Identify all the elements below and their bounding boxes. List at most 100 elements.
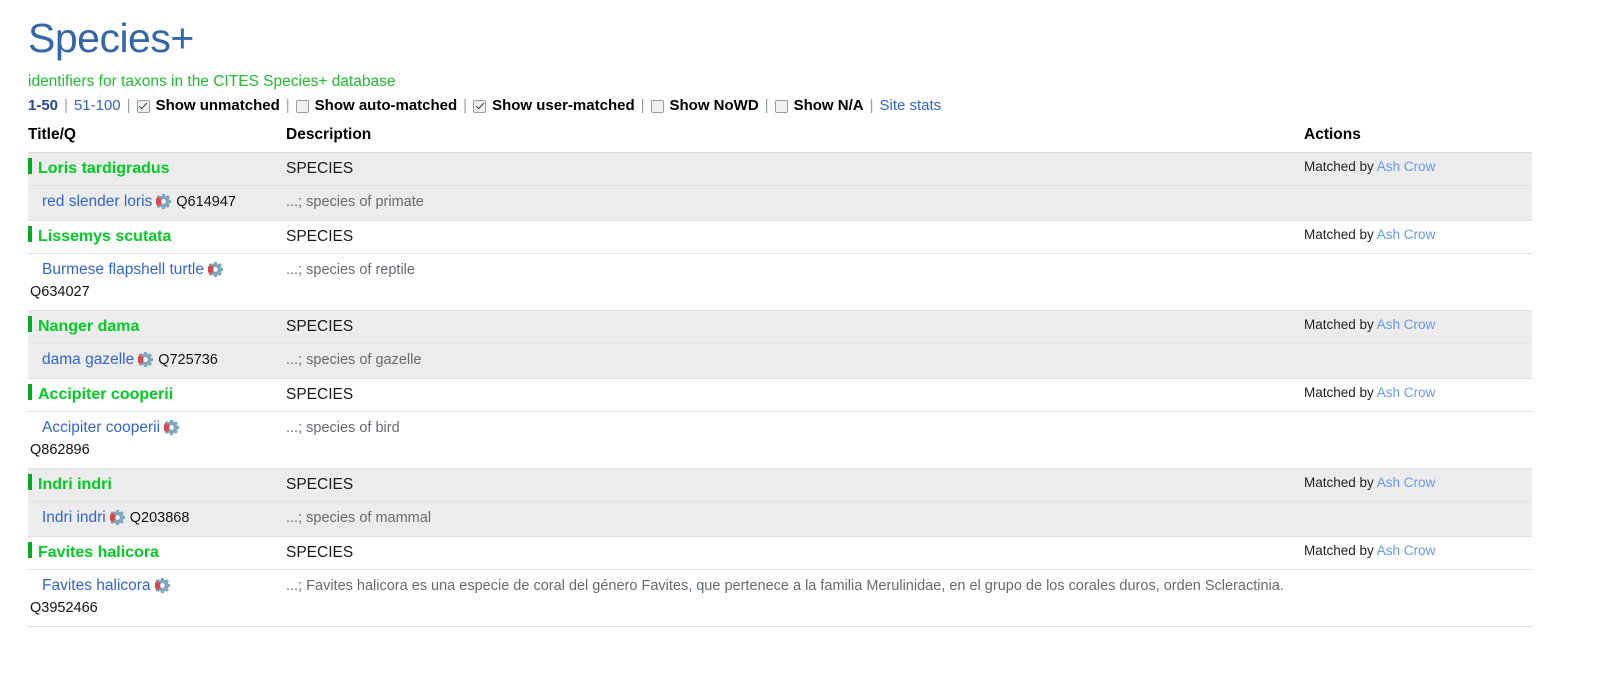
column-header-actions: Actions bbox=[1304, 124, 1532, 153]
actions-cell: Matched by Ash Crow bbox=[1304, 220, 1532, 254]
table-row: Accipiter cooperii Q862896 ...; species of… bbox=[28, 411, 1532, 469]
item-label-link[interactable]: Accipiter cooperii bbox=[42, 419, 160, 436]
item-cell: dama gazelle Q725736 bbox=[28, 343, 286, 379]
checkbox-show-user-matched[interactable] bbox=[473, 99, 487, 113]
results-table: Title/Q Description Actions Loris tardig… bbox=[28, 124, 1532, 627]
taxon-type: SPECIES bbox=[286, 476, 354, 493]
matched-by: Matched by Ash Crow bbox=[1304, 159, 1436, 174]
taxon-type-cell: SPECIES bbox=[286, 310, 1304, 344]
item-label-link[interactable]: red slender loris bbox=[42, 193, 152, 210]
table-row: Nanger dama SPECIES Matched by Ash Crow bbox=[28, 310, 1532, 344]
cog-icon[interactable] bbox=[163, 419, 180, 436]
actions-cell: Matched by Ash Crow bbox=[1304, 468, 1532, 502]
actions-cell-empty bbox=[1304, 569, 1532, 627]
column-header-description: Description bbox=[286, 124, 1304, 153]
matched-by: Matched by Ash Crow bbox=[1304, 317, 1436, 332]
cog-icon[interactable] bbox=[109, 509, 125, 526]
checkbox-show-auto-matched[interactable] bbox=[295, 99, 309, 113]
table-row: Lissemys scutata SPECIES Matched by Ash Cr… bbox=[28, 220, 1532, 254]
matched-by: Matched by Ash Crow bbox=[1304, 475, 1436, 490]
item-wrap: Burmese flapshell turtle Q634027 bbox=[28, 261, 226, 300]
taxon-cell: Accipiter cooperii bbox=[28, 378, 286, 412]
item-wrap: dama gazelle Q725736 bbox=[28, 351, 218, 368]
qid: Q862896 bbox=[30, 442, 90, 458]
page-subtitle: identifiers for taxons in the CITES Spec… bbox=[28, 73, 396, 90]
item-label-link[interactable]: Favites halicora bbox=[42, 577, 151, 594]
actions-cell: Matched by Ash Crow bbox=[1304, 378, 1532, 412]
actions-cell: Matched by Ash Crow bbox=[1304, 536, 1532, 570]
actions-cell: Matched by Ash Crow bbox=[1304, 310, 1532, 344]
item-cell: Accipiter cooperii Q862896 bbox=[28, 411, 286, 469]
taxon-type-cell: SPECIES bbox=[286, 220, 1304, 254]
matched-by-user-link[interactable]: Ash Crow bbox=[1377, 159, 1436, 174]
item-wrap: Favites halicora Q3952466 bbox=[28, 577, 173, 616]
taxon-type-cell: SPECIES bbox=[286, 536, 1304, 570]
table-row: Loris tardigradus SPECIES Matched by Ash C… bbox=[28, 152, 1532, 186]
site-stats-link[interactable]: Site stats bbox=[879, 95, 941, 117]
table-row: Favites halicora Q3952466 ...; Favites hal… bbox=[28, 569, 1532, 627]
taxon-cell: Lissemys scutata bbox=[28, 220, 286, 254]
item-label-link[interactable]: dama gazelle bbox=[42, 351, 134, 368]
filter-label: Show unmatched bbox=[155, 97, 280, 114]
page-title: Species+ bbox=[28, 15, 194, 61]
item-description-cell: ...; species of gazelle bbox=[286, 343, 1304, 379]
filter-show-unmatched[interactable]: Show unmatched bbox=[136, 95, 280, 117]
taxon-cell: Loris tardigradus bbox=[28, 152, 286, 186]
actions-cell-empty bbox=[1304, 411, 1532, 469]
table-row: Favites halicora SPECIES Matched by Ash Cr… bbox=[28, 536, 1532, 570]
filter-show-nowd[interactable]: Show NoWD bbox=[650, 95, 759, 117]
matched-by: Matched by Ash Crow bbox=[1304, 385, 1436, 400]
pager-1-50[interactable]: 1-50 bbox=[28, 95, 58, 117]
filter-show-na[interactable]: Show N/A bbox=[774, 95, 864, 117]
taxon-type-cell: SPECIES bbox=[286, 152, 1304, 186]
taxon-type: SPECIES bbox=[286, 160, 354, 177]
item-cell: Burmese flapshell turtle Q634027 bbox=[28, 253, 286, 311]
item-cell: Indri indri Q203868 bbox=[28, 501, 286, 537]
status-bar-icon bbox=[28, 542, 32, 559]
qid: Q203868 bbox=[129, 510, 190, 526]
qid: Q725736 bbox=[158, 352, 218, 368]
matched-by-user-link[interactable]: Ash Crow bbox=[1377, 385, 1436, 400]
checkbox-show-nowd[interactable] bbox=[650, 99, 664, 113]
cog-icon[interactable] bbox=[138, 351, 154, 368]
table-row: Burmese flapshell turtle Q634027 ...; spec… bbox=[28, 253, 1532, 311]
cog-icon[interactable] bbox=[154, 577, 170, 594]
page-root: Species+ identifiers for taxons in the C… bbox=[0, 0, 1572, 627]
cog-icon[interactable] bbox=[156, 193, 172, 210]
item-label-link[interactable]: Indri indri bbox=[42, 509, 106, 526]
item-description-cell: ...; Favites halicora es una especie de … bbox=[286, 569, 1304, 627]
item-cell: Favites halicora Q3952466 bbox=[28, 569, 286, 627]
matched-by-user-link[interactable]: Ash Crow bbox=[1377, 543, 1436, 558]
item-description-cell: ...; species of bird bbox=[286, 411, 1304, 469]
status-bar-icon bbox=[28, 158, 32, 175]
checkbox-show-na[interactable] bbox=[774, 99, 788, 113]
separator: | bbox=[869, 97, 874, 114]
matched-by-user-link[interactable]: Ash Crow bbox=[1377, 227, 1436, 242]
status-bar-icon bbox=[28, 474, 32, 491]
taxon-type: SPECIES bbox=[286, 228, 354, 245]
taxon-type-cell: SPECIES bbox=[286, 378, 1304, 412]
taxon-name: Loris tardigradus bbox=[38, 160, 170, 177]
filter-label: Show NoWD bbox=[669, 97, 759, 114]
matched-by-user-link[interactable]: Ash Crow bbox=[1377, 317, 1436, 332]
actions-cell-empty bbox=[1304, 343, 1532, 379]
item-label-link[interactable]: Burmese flapshell turtle bbox=[42, 261, 204, 278]
filter-label: Show user-matched bbox=[492, 97, 635, 114]
cog-icon[interactable] bbox=[207, 261, 224, 278]
matched-by-user-link[interactable]: Ash Crow bbox=[1377, 475, 1436, 490]
filter-bar: 1-50 | 51-100 | Show unmatched | Show auto-mat… bbox=[28, 95, 1572, 117]
status-bar-icon bbox=[28, 384, 32, 401]
filter-show-user-matched[interactable]: Show user-matched bbox=[473, 95, 635, 117]
pager-51-100[interactable]: 51-100 bbox=[74, 95, 121, 117]
separator: | bbox=[285, 97, 290, 114]
separator: | bbox=[640, 97, 645, 114]
status-bar-icon bbox=[28, 316, 32, 333]
actions-cell: Matched by Ash Crow bbox=[1304, 152, 1532, 186]
item-description: ...; species of gazelle bbox=[286, 352, 422, 368]
separator: | bbox=[764, 97, 769, 114]
item-description: ...; Favites halicora es una especie de … bbox=[286, 578, 1284, 594]
separator: | bbox=[126, 97, 131, 114]
filter-show-auto-matched[interactable]: Show auto-matched bbox=[295, 95, 457, 117]
checkbox-show-unmatched[interactable] bbox=[136, 99, 150, 113]
table-row: dama gazelle Q725736 ...; species of gazel… bbox=[28, 343, 1532, 379]
